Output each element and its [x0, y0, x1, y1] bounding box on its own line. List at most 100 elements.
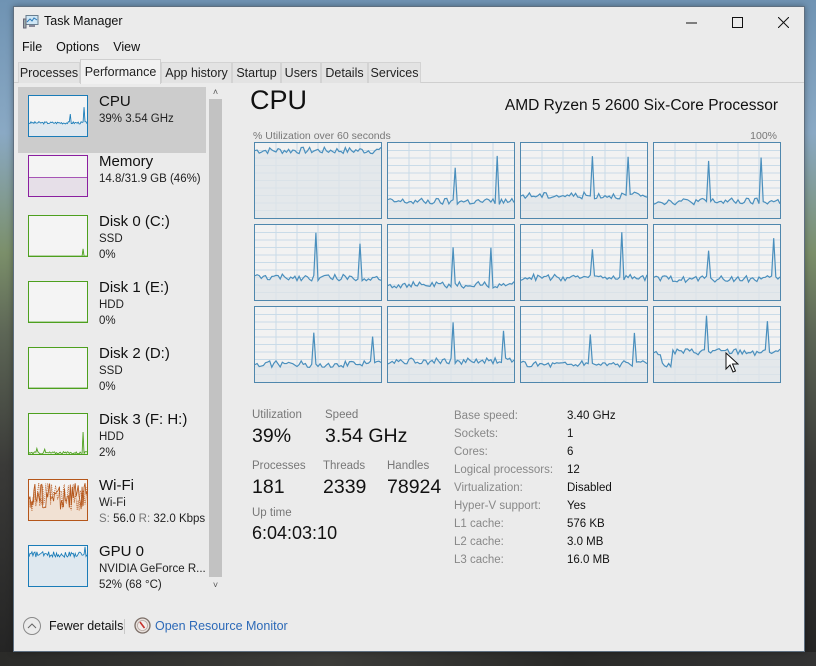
desktop-background: [0, 652, 816, 666]
scroll-up-arrow-icon[interactable]: ˄: [207, 83, 224, 100]
sidebar-item-disk-1[interactable]: Disk 1 (E:) HDD 0%: [18, 273, 206, 339]
sidebar-item-type: SSD: [99, 233, 123, 245]
task-manager-app-icon: [23, 15, 39, 29]
performance-panel: CPU 39% 3.54 GHz Memory 14.8/31.9 GB (46…: [14, 83, 804, 620]
core-graph-svg: [255, 143, 381, 218]
sidebar-item-disk-2[interactable]: Disk 2 (D:) SSD 0%: [18, 339, 206, 405]
sidebar-item-gpu-name: NVIDIA GeForce R...: [99, 563, 206, 575]
fewer-details-button[interactable]: [23, 617, 41, 635]
sidebar-scrollbar[interactable]: ˄ ˅: [207, 83, 224, 593]
core-graph-svg: [521, 143, 647, 218]
processes-value: 181: [252, 476, 285, 498]
sidebar-item-title: GPU 0: [99, 543, 145, 560]
sidebar-item-type: HDD: [99, 431, 124, 443]
spec-value: 3.0 MB: [567, 536, 604, 548]
window-title: Task Manager: [44, 14, 123, 28]
sidebar-item-gpu-0[interactable]: GPU 0 NVIDIA GeForce R... 52% (68 °C): [18, 537, 206, 603]
tab-startup[interactable]: Startup: [232, 62, 281, 83]
spec-label: Sockets:: [454, 428, 499, 440]
sidebar-item-title: Disk 1 (E:): [99, 279, 170, 296]
uptime-value: 6:04:03:10: [252, 523, 338, 543]
sidebar-item-usage: 0%: [99, 381, 116, 393]
core-graph-svg: [654, 225, 780, 300]
spec-value: 3.40 GHz: [567, 410, 616, 422]
receive-value: 32.0 Kbps: [153, 513, 206, 525]
open-resource-monitor-link[interactable]: Open Resource Monitor: [155, 619, 288, 633]
memory-thumbnail-graph: [28, 155, 88, 197]
thumbnail-area: [29, 546, 87, 586]
logical-processor-graph-9: [387, 306, 515, 383]
logical-processor-graph-10: [520, 306, 648, 383]
threads-value: 2339: [323, 476, 367, 498]
maximize-button[interactable]: [714, 7, 760, 37]
core-usage-area: [255, 147, 381, 218]
title-bar[interactable]: Task Manager: [14, 7, 804, 37]
page-title: CPU: [250, 85, 308, 115]
disk-2-thumbnail-graph: [28, 347, 88, 389]
speed-label: Speed: [325, 409, 359, 421]
core-graph-svg: [521, 307, 647, 382]
sidebar-item-wifi[interactable]: Wi-Fi Wi-Fi S: 56.0 R: 32.0 Kbps: [18, 471, 206, 537]
close-button[interactable]: [760, 7, 806, 37]
logical-processor-graph-7: [653, 224, 781, 301]
memory-usage-fill: [29, 177, 87, 196]
graph-max-label: 100%: [750, 130, 777, 142]
disk-1-thumbnail-graph: [28, 281, 88, 323]
uptime-label: Up time: [252, 507, 292, 519]
minimize-button[interactable]: [668, 7, 714, 37]
core-graph-svg: [255, 225, 381, 300]
tab-details[interactable]: Details: [321, 62, 368, 83]
tab-app-history[interactable]: App history: [161, 62, 232, 83]
handles-value: 78924: [387, 476, 442, 498]
minimize-icon: [685, 22, 697, 23]
receive-label: R:: [138, 513, 151, 525]
sidebar-item-disk-3[interactable]: Disk 3 (F: H:) HDD 2%: [18, 405, 206, 471]
resource-sidebar: CPU 39% 3.54 GHz Memory 14.8/31.9 GB (46…: [14, 83, 226, 620]
sidebar-item-title: Disk 3 (F: H:): [99, 411, 188, 428]
core-graph-svg: [654, 307, 780, 382]
logical-processor-graph-2: [520, 142, 648, 219]
thumbnail-line: [29, 107, 87, 125]
sidebar-item-type: HDD: [99, 299, 124, 311]
utilization-label: Utilization: [252, 409, 302, 421]
send-label: S:: [99, 513, 110, 525]
sidebar-item-memory[interactable]: Memory 14.8/31.9 GB (46%): [18, 147, 206, 213]
spec-value: 6: [567, 446, 574, 458]
core-graph-svg: [388, 307, 514, 382]
spec-value: Yes: [567, 500, 586, 512]
spec-label: L1 cache:: [454, 518, 504, 530]
logical-processor-graph-5: [387, 224, 515, 301]
sidebar-item-detail: 39% 3.54 GHz: [99, 113, 174, 125]
tab-services[interactable]: Services: [368, 62, 421, 83]
spec-label: L3 cache:: [454, 554, 504, 566]
spec-value: 1: [567, 428, 574, 440]
wifi-thumbnail-graph: [28, 479, 88, 521]
footer-divider: [124, 619, 125, 634]
core-graph-svg: [388, 143, 514, 218]
spec-value: 576 KB: [567, 518, 605, 530]
resource-monitor-icon: [134, 617, 151, 634]
menu-file[interactable]: File: [22, 40, 42, 54]
spec-label: Virtualization:: [454, 482, 523, 494]
task-manager-window: Task Manager File Options View Processes…: [13, 6, 805, 652]
scrollbar-thumb[interactable]: [209, 99, 222, 577]
tab-users[interactable]: Users: [281, 62, 321, 83]
core-graph-svg: [255, 307, 381, 382]
fewer-details-link[interactable]: Fewer details: [49, 619, 123, 633]
maximize-icon: [731, 16, 743, 28]
sidebar-item-cpu[interactable]: CPU 39% 3.54 GHz: [18, 87, 206, 153]
menu-bar: File Options View: [14, 37, 804, 57]
sidebar-item-title: Disk 2 (D:): [99, 345, 170, 362]
spec-value: 12: [567, 464, 580, 476]
logical-processor-graph-11: [653, 306, 781, 383]
scroll-down-arrow-icon[interactable]: ˅: [207, 576, 224, 593]
tab-performance[interactable]: Performance: [80, 59, 161, 84]
menu-view[interactable]: View: [113, 40, 140, 54]
sidebar-item-type: SSD: [99, 365, 123, 377]
sidebar-item-disk-0[interactable]: Disk 0 (C:) SSD 0%: [18, 207, 206, 273]
menu-options[interactable]: Options: [56, 40, 99, 54]
logical-processor-graphs: [254, 142, 781, 383]
tab-processes[interactable]: Processes: [18, 62, 80, 83]
sidebar-item-usage: 2%: [99, 447, 116, 459]
spec-label: L2 cache:: [454, 536, 504, 548]
